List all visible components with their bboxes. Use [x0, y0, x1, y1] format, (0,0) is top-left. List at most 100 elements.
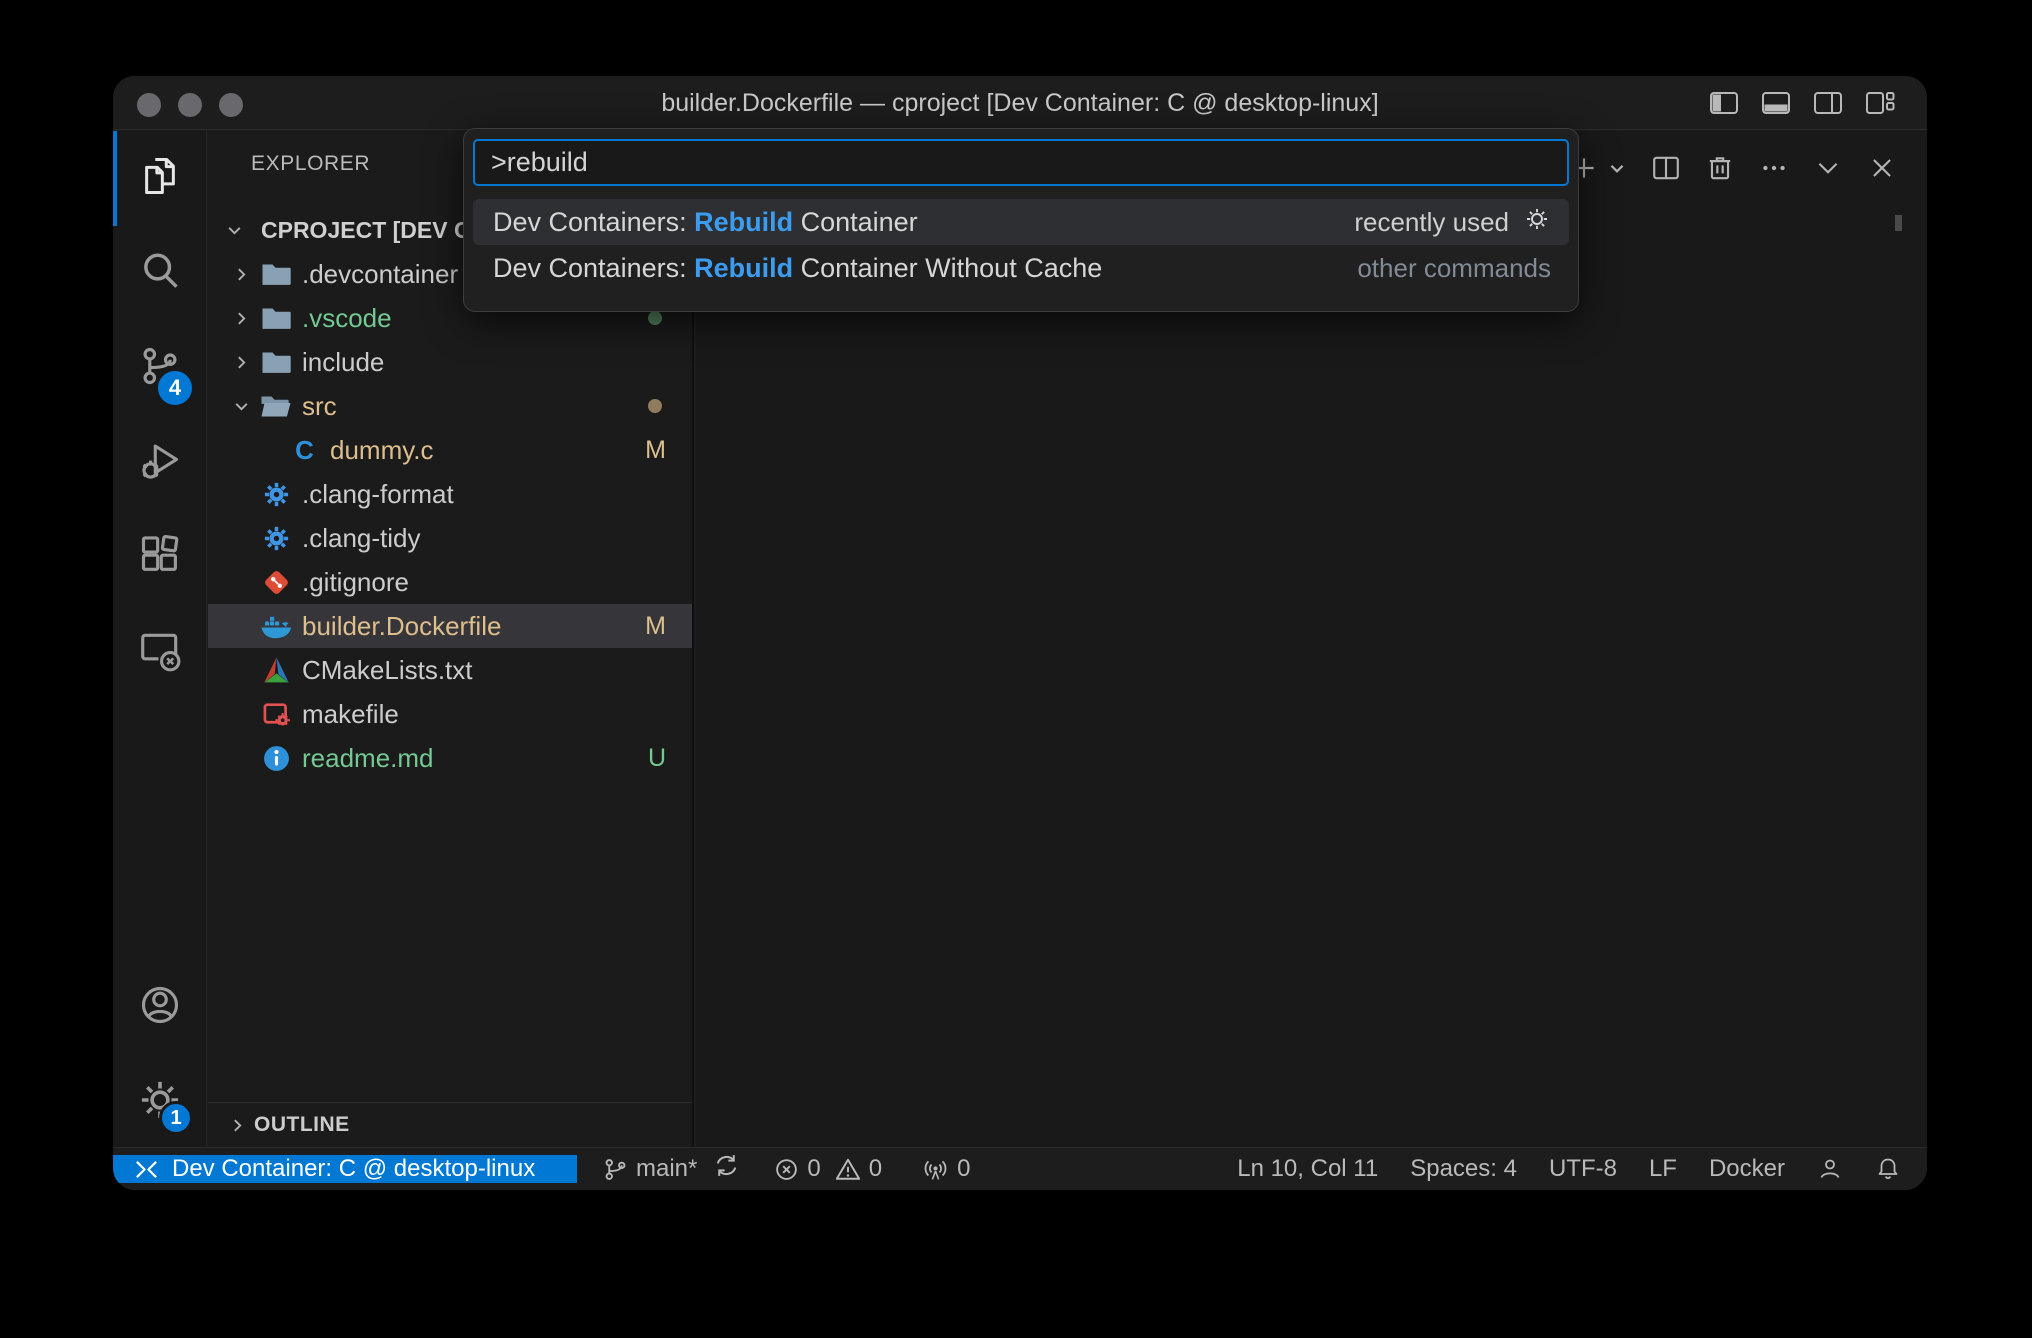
toggle-secondary-sidebar-icon[interactable]: [1813, 90, 1843, 116]
feedback-icon[interactable]: [1817, 1156, 1843, 1182]
palette-item[interactable]: Dev Containers: Rebuild Containerrecentl…: [473, 199, 1569, 245]
git-branch-icon: [603, 1157, 628, 1182]
customize-layout-icon[interactable]: [1865, 90, 1895, 116]
files-icon: [138, 154, 182, 203]
file-row[interactable]: readme.md U: [208, 736, 692, 780]
file-row[interactable]: .clang-tidy: [208, 516, 692, 560]
git-status-dot: [648, 399, 662, 413]
run-debug-icon: [138, 439, 182, 488]
file-label: builder.Dockerfile: [302, 611, 501, 642]
notifications-bell-icon[interactable]: [1875, 1156, 1901, 1182]
terminal-dropdown-icon[interactable]: [1607, 158, 1627, 178]
git-status-badge: M: [645, 612, 666, 641]
window-title: builder.Dockerfile — cproject [Dev Conta…: [113, 76, 1927, 130]
folder-row[interactable]: src: [208, 384, 692, 428]
git-icon: [259, 568, 293, 597]
status-bar: Dev Container: C @ desktop-linux main*: [113, 1147, 1927, 1190]
sidebar-item-remote-explorer[interactable]: [113, 606, 207, 701]
c-icon: C: [287, 436, 321, 465]
radio-tower-icon: [922, 1156, 949, 1183]
makefile-icon: [259, 700, 293, 729]
git-status-badge: U: [648, 744, 666, 773]
git-status-badge: M: [645, 436, 666, 465]
kill-terminal-icon[interactable]: [1705, 153, 1735, 183]
chevron-right-icon: [223, 354, 259, 371]
palette-item[interactable]: Dev Containers: Rebuild Container Withou…: [473, 245, 1569, 291]
settings-badge: 1: [159, 1101, 193, 1135]
git-status-dot: [648, 311, 662, 325]
sidebar-item-extensions[interactable]: [113, 511, 207, 606]
language-mode[interactable]: Docker: [1709, 1155, 1785, 1183]
info-icon: [259, 744, 293, 773]
source-control-badge: 4: [155, 368, 195, 408]
split-terminal-icon[interactable]: [1651, 153, 1681, 183]
command-palette: Dev Containers: Rebuild Containerrecentl…: [463, 128, 1579, 312]
file-label: src: [302, 391, 337, 422]
branch-status[interactable]: main*: [603, 1155, 697, 1183]
ports-status[interactable]: 0: [922, 1155, 970, 1183]
remote-indicator[interactable]: Dev Container: C @ desktop-linux: [113, 1155, 577, 1183]
toggle-primary-sidebar-icon[interactable]: [1709, 90, 1739, 116]
docker-icon: [259, 613, 293, 640]
remote-explorer-icon: [138, 629, 182, 678]
problems-status[interactable]: 0 0: [774, 1155, 882, 1183]
vscode-window: builder.Dockerfile — cproject [Dev Conta…: [113, 76, 1927, 1190]
file-row[interactable]: makefile: [208, 692, 692, 736]
file-label: .devcontainer: [302, 259, 458, 290]
command-palette-input[interactable]: [473, 139, 1569, 186]
file-label: CMakeLists.txt: [302, 655, 473, 686]
eol-sequence[interactable]: LF: [1649, 1155, 1677, 1183]
more-actions-icon[interactable]: [1759, 153, 1789, 183]
sidebar-item-explorer[interactable]: [113, 131, 207, 226]
folder-icon: [259, 261, 293, 287]
gear-icon: [259, 524, 293, 553]
file-row[interactable]: CMakeLists.txt: [208, 648, 692, 692]
encoding[interactable]: UTF-8: [1549, 1155, 1617, 1183]
toggle-panel-icon[interactable]: [1761, 90, 1791, 116]
indentation[interactable]: Spaces: 4: [1410, 1155, 1517, 1183]
outline-section[interactable]: OUTLINE: [208, 1102, 692, 1147]
palette-item-meta: recently used: [1354, 207, 1509, 238]
file-label: dummy.c: [330, 435, 434, 466]
activity-bar: 4: [113, 131, 207, 1147]
chevron-down-icon: [223, 398, 259, 415]
search-icon: [138, 249, 182, 298]
configure-keybinding-gear-icon[interactable]: [1523, 205, 1551, 240]
file-row[interactable]: .gitignore: [208, 560, 692, 604]
cursor-position[interactable]: Ln 10, Col 11: [1237, 1155, 1378, 1183]
file-label: include: [302, 347, 384, 378]
warnings-icon: [835, 1156, 861, 1182]
remote-icon: [133, 1156, 160, 1183]
file-label: .gitignore: [302, 567, 409, 598]
restore-panel-icon[interactable]: [1813, 153, 1843, 183]
chevron-right-icon: [223, 310, 259, 327]
file-label: readme.md: [302, 743, 434, 774]
file-label: makefile: [302, 699, 399, 730]
project-name: CPROJECT [DEV C: [261, 217, 471, 244]
svg-text:C: C: [295, 436, 314, 464]
panel-scrollbar-thumb[interactable]: [1895, 215, 1902, 231]
file-row[interactable]: Cdummy.c M: [208, 428, 692, 472]
sync-icon: [713, 1152, 740, 1186]
chevron-right-icon: [220, 1117, 254, 1134]
palette-item-meta: other commands: [1357, 253, 1551, 284]
folder-row[interactable]: include: [208, 340, 692, 384]
account-icon[interactable]: [113, 957, 207, 1052]
folder-open-icon: [259, 393, 293, 419]
chevron-right-icon: [223, 266, 259, 283]
close-panel-icon[interactable]: [1867, 153, 1897, 183]
settings-gear-icon[interactable]: 1: [113, 1052, 207, 1147]
file-label: .vscode: [302, 303, 392, 334]
sidebar-item-source-control[interactable]: 4: [113, 321, 207, 416]
sync-changes-button[interactable]: [713, 1152, 740, 1186]
sidebar-item-search[interactable]: [113, 226, 207, 321]
file-row[interactable]: .clang-format: [208, 472, 692, 516]
file-row[interactable]: builder.Dockerfile M: [208, 604, 692, 648]
sidebar-item-run-debug[interactable]: [113, 416, 207, 511]
panel-toolbar: [1545, 131, 1927, 205]
folder-icon: [259, 305, 293, 331]
palette-item-label: Dev Containers: Rebuild Container Withou…: [493, 253, 1102, 284]
extensions-icon: [138, 534, 182, 583]
cmake-icon: [259, 656, 293, 685]
file-label: .clang-tidy: [302, 523, 421, 554]
